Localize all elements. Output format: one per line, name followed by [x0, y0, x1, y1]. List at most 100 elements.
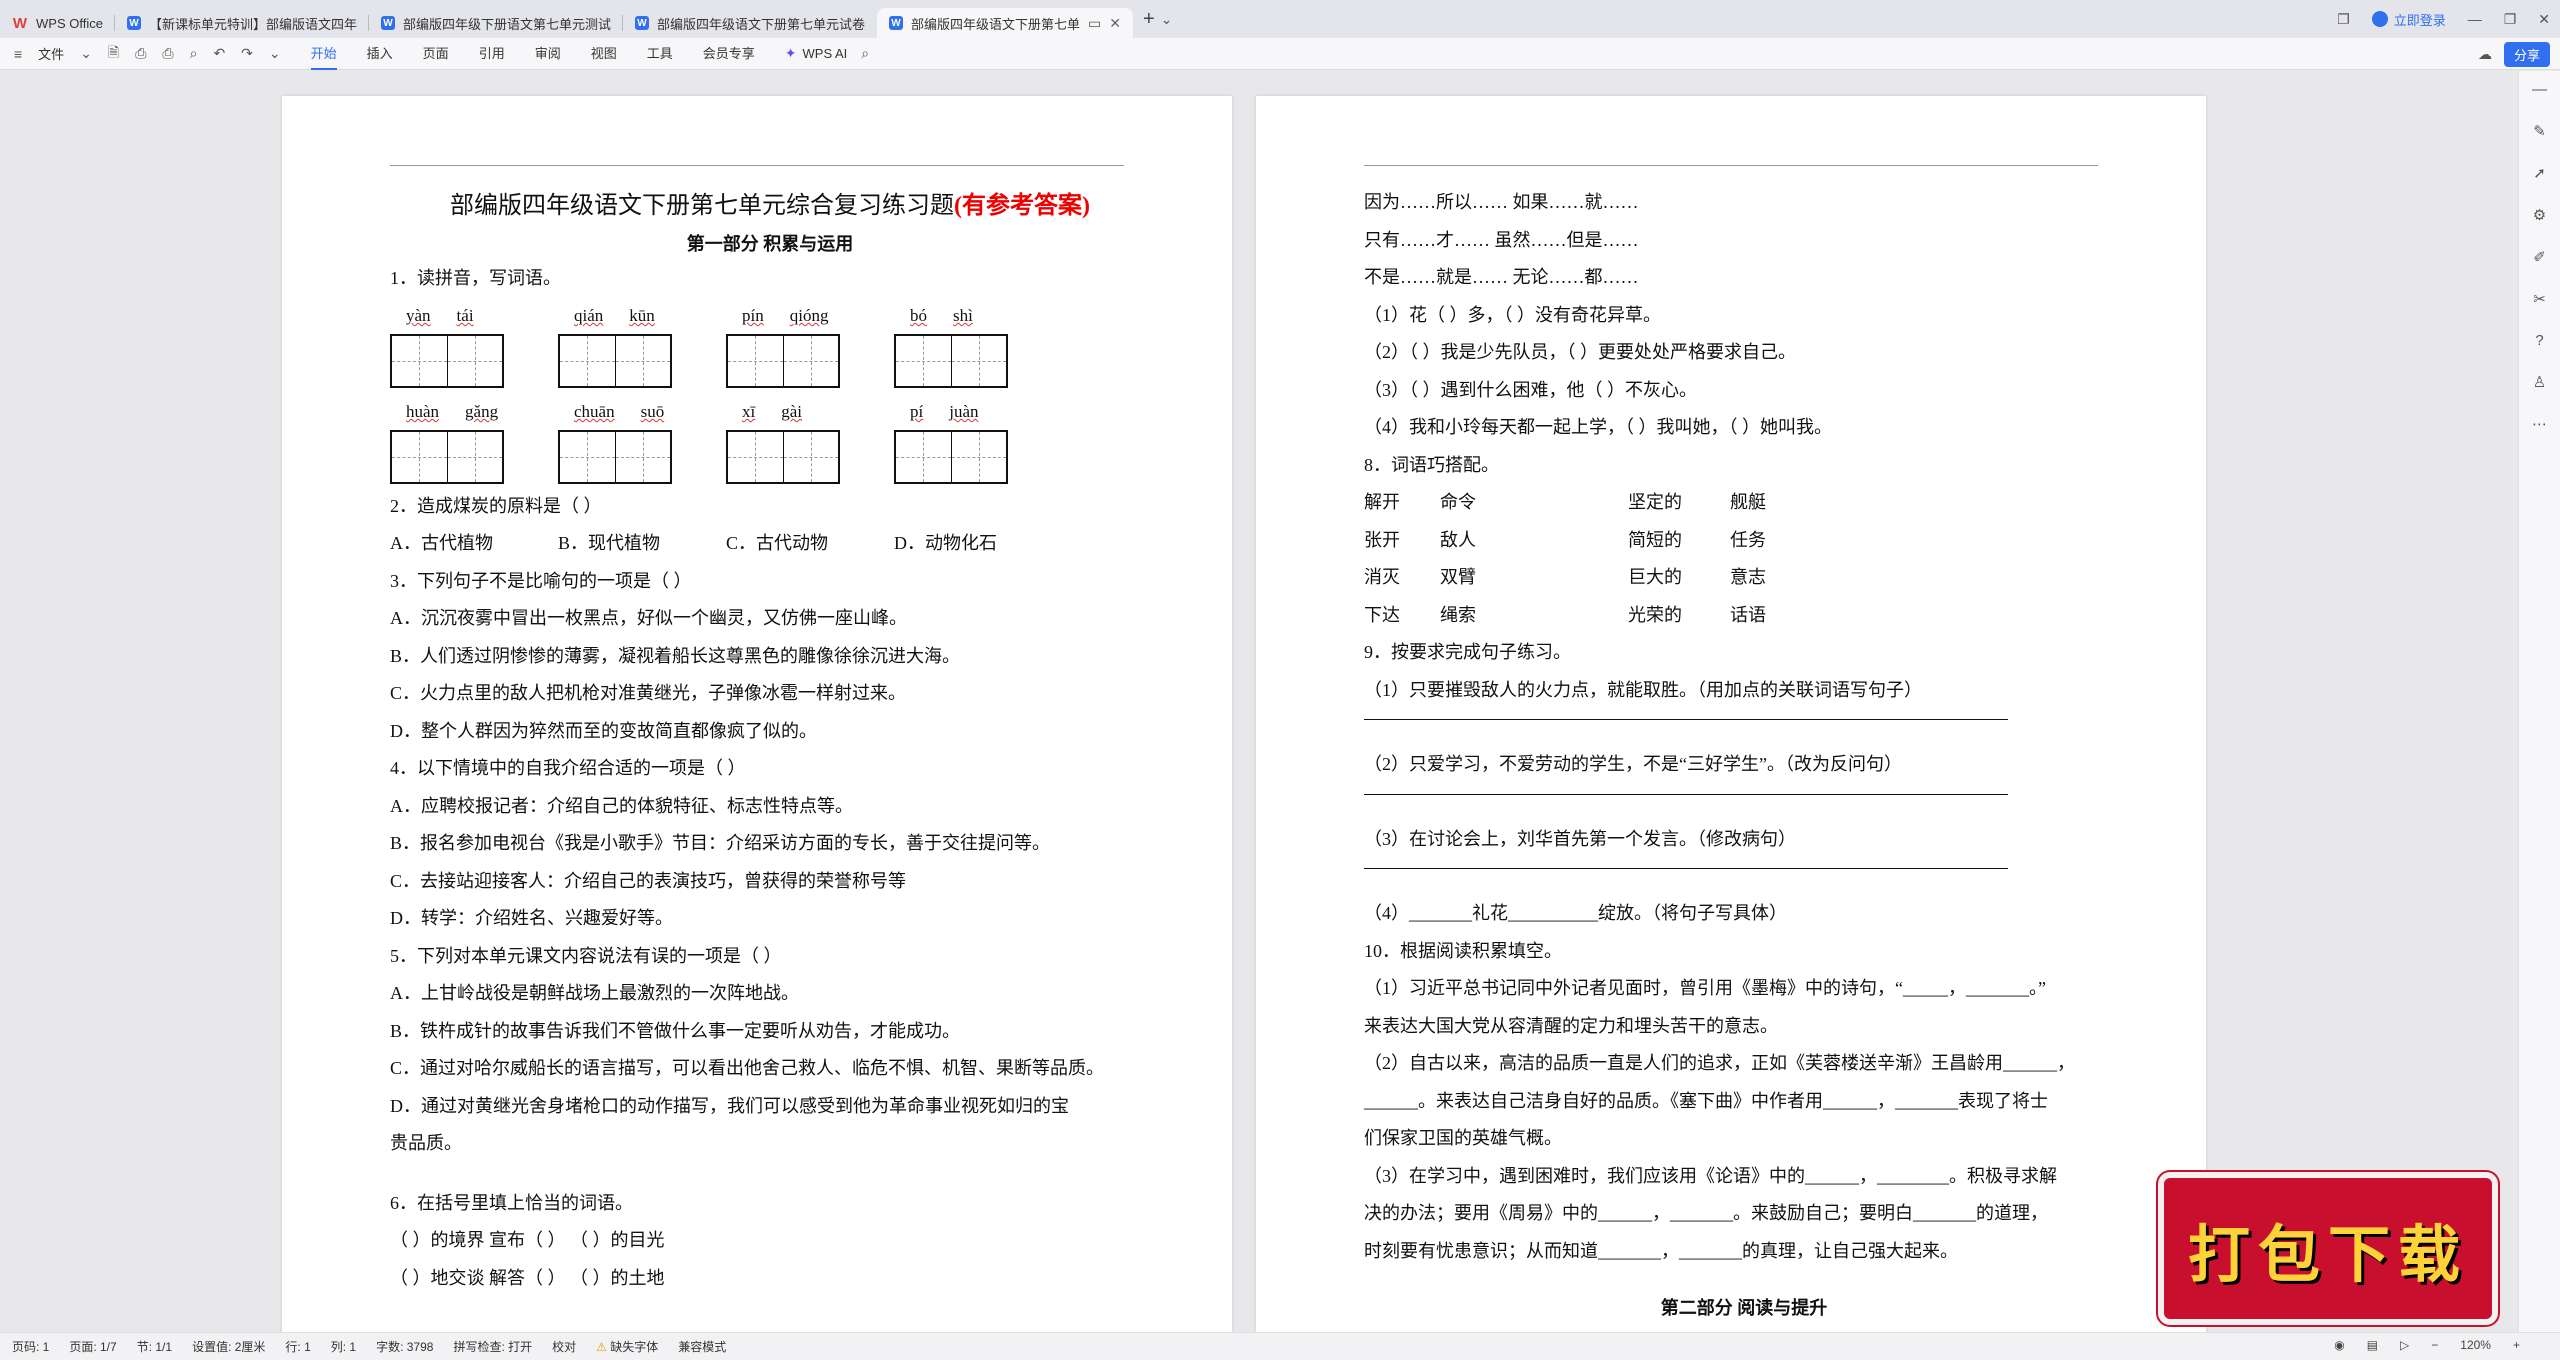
q10-line: 决的办法；要用《周易》中的______，_______。来鼓励自己；要明白___…: [1364, 1203, 2048, 1223]
play-icon[interactable]: ▷: [2400, 1338, 2409, 1352]
wps-ai-button[interactable]: ✦ WPS AI: [785, 45, 848, 62]
minimize-icon[interactable]: —: [2468, 11, 2482, 27]
writing-grid[interactable]: [558, 333, 672, 388]
status-proofread[interactable]: 校对: [552, 1338, 576, 1355]
tab-view[interactable]: 视图: [591, 37, 617, 70]
answer-line[interactable]: [1364, 793, 2008, 795]
tab-wps-home[interactable]: W WPS Office: [0, 8, 115, 38]
eye-icon[interactable]: ◉: [2334, 1338, 2344, 1352]
pinyin-row-2: huàn gǎng chuān suō xī gài pí juàn: [390, 394, 1150, 484]
minus-icon[interactable]: —: [2532, 81, 2547, 98]
ai-icon: ✦: [784, 45, 797, 61]
download-banner[interactable]: 打包下载: [2158, 1172, 2498, 1325]
menu-icon[interactable]: ≡: [14, 46, 22, 62]
window-icon[interactable]: ❐: [2337, 11, 2350, 28]
q10-line: 时刻要有忧患意识；从而知道_______，_______的真理，让自己强大起来。: [1364, 1240, 1958, 1261]
q10-line: 来表达大国大党从容清醒的定力和埋头苦干的意志。: [1364, 1015, 1778, 1036]
writing-grid[interactable]: [894, 333, 1008, 388]
status-missing-font[interactable]: ⚠ 缺失字体: [596, 1338, 658, 1355]
option: C．火力点里的敌人把机枪对准黄继光，子弹像冰雹一样射过来。: [390, 683, 907, 703]
tab-review[interactable]: 审阅: [535, 37, 561, 70]
match-row: 解开 命令 坚定的 舰艇: [1364, 492, 1766, 512]
q10-line: （3）在学习中，遇到困难时，我们应该用《论语》中的______，________…: [1364, 1165, 2057, 1186]
layout-icon[interactable]: ▤: [2367, 1338, 2378, 1352]
close-tab-icon[interactable]: ✕: [1109, 15, 1121, 32]
new-tab-button[interactable]: +: [1143, 8, 1155, 31]
pen-icon[interactable]: ✎: [2533, 122, 2546, 140]
question-2-options: A．古代植物 B．现代植物 C．古代动物 D．动物化石: [390, 533, 997, 553]
close-window-icon[interactable]: ✕: [2538, 11, 2550, 28]
match-row: 下达 绳索 光荣的 话语: [1364, 604, 1766, 625]
answer-line[interactable]: [1364, 719, 2008, 720]
tab-doc-3[interactable]: W 部编版四年级语文下册第七单元试卷: [623, 8, 877, 38]
help-icon[interactable]: ?: [2535, 332, 2543, 349]
writing-grid[interactable]: [558, 429, 672, 484]
tab-home[interactable]: 开始: [310, 37, 337, 70]
writing-grid[interactable]: [390, 333, 504, 388]
cloud-icon[interactable]: ☁: [2478, 46, 2492, 63]
q9-item: （1）只要摧毁敌人的火力点，就能取胜。（用加点的关联词语写句子）: [1364, 679, 1922, 700]
search-icon[interactable]: ⌕: [861, 45, 869, 62]
status-row: 行: 1: [285, 1340, 311, 1354]
option: C．通过对哈尔威船长的语言描写，可以看出他舍己救人、临危不惧、机智、果断等品质。: [390, 1058, 1105, 1078]
login-button[interactable]: 立即登录: [2371, 10, 2446, 29]
zoom-level[interactable]: 120%: [2460, 1338, 2491, 1352]
writing-grid[interactable]: [894, 429, 1008, 484]
writing-grid[interactable]: [726, 333, 840, 388]
tab-doc-2[interactable]: W 部编版四年级下册语文第七单元测试: [369, 8, 623, 38]
tab-member[interactable]: 会员专享: [703, 37, 755, 70]
status-col: 列: 1: [330, 1340, 357, 1354]
pointer-icon[interactable]: ➚: [2533, 164, 2546, 182]
shirt-icon[interactable]: ♙: [2533, 373, 2546, 391]
option: B．铁杵成针的故事告诉我们不管做什么事一定要听从劝告，才能成功。: [390, 1020, 961, 1041]
save-icon[interactable]: 🗎: [108, 42, 119, 66]
redo-icon[interactable]: ↷: [241, 45, 253, 62]
option: B．人们透过阴惨惨的薄雾，凝视着船长这尊黑色的雕像徐徐沉进大海。: [390, 645, 961, 666]
zoom-in-icon[interactable]: +: [2513, 1338, 2520, 1352]
print-icon[interactable]: ⎙: [162, 45, 173, 62]
export-icon[interactable]: ⎙: [135, 45, 146, 62]
file-menu[interactable]: 文件: [38, 44, 64, 63]
tab-references[interactable]: 引用: [479, 37, 505, 70]
tools-icon[interactable]: ✂: [2533, 290, 2546, 308]
more-icon[interactable]: ⋯: [2532, 415, 2547, 433]
q10-line: 们保家卫国的英雄气概。: [1364, 1128, 1562, 1148]
question-8: 8．词语巧搭配。: [1364, 454, 1499, 475]
text-line: 不是……就是…… 无论……都……: [1364, 267, 1639, 287]
question-2: 2．造成煤炭的原料是（ ）: [390, 495, 602, 516]
question-9: 9．按要求完成句子练习。: [1364, 642, 1571, 662]
text-line: （2）（ ）我是少先队员，（ ）更要处处严格要求自己。: [1364, 342, 1796, 362]
question-5: 5．下列对本单元课文内容说法有误的一项是（ ）: [390, 945, 782, 966]
option: B．报名参加电视台《我是小歌手》节目：介绍采访方面的专长，善于交往提问等。: [390, 833, 1051, 853]
status-wordcount[interactable]: 字数: 3798: [376, 1338, 433, 1355]
edit-icon[interactable]: ✐: [2533, 248, 2546, 266]
q9-item: （4）_______礼花__________绽放。（将句子写具体）: [1364, 903, 1787, 923]
zoom-out-icon[interactable]: −: [2431, 1338, 2438, 1352]
restore-icon[interactable]: ❐: [2504, 11, 2517, 28]
settings-icon[interactable]: ⚙: [2533, 206, 2546, 224]
answer-line[interactable]: [1364, 868, 2008, 869]
doc-title: 部编版四年级语文下册第七单元综合复习练习题(有参考答案): [450, 193, 1090, 219]
undo-icon[interactable]: ↶: [213, 45, 225, 62]
preview-icon[interactable]: ⌕: [190, 45, 198, 62]
tab-doc-1[interactable]: W 【新课标单元特训】部编版语文四年: [115, 8, 369, 38]
tab-bar: W WPS Office W 【新课标单元特训】部编版语文四年 W 部编版四年级下册语…: [0, 0, 2560, 38]
q9-item: （3）在讨论会上，刘华首先第一个发言。（修改病句）: [1364, 828, 1796, 849]
question-3: 3．下列句子不是比喻句的一项是（ ）: [390, 570, 692, 591]
option: D．转学：介绍姓名、兴趣爱好等。: [390, 908, 673, 928]
writing-grid[interactable]: [726, 429, 840, 484]
header-line: [1364, 165, 2098, 166]
chevron-down-icon[interactable]: ⌄: [80, 45, 92, 62]
tab-insert[interactable]: 插入: [367, 37, 393, 70]
text-line: 因为……所以…… 如果……就……: [1364, 192, 1639, 212]
screen-icon[interactable]: ▭: [1088, 15, 1101, 32]
share-button[interactable]: 分享: [2503, 42, 2550, 67]
chevron-down-icon[interactable]: ⌄: [269, 45, 281, 62]
tab-doc-active[interactable]: W 部编版四年级语文下册第七单 ▭ ✕: [877, 8, 1133, 38]
status-section: 节: 1/1: [136, 1340, 173, 1354]
tab-tools[interactable]: 工具: [647, 37, 673, 70]
tab-page[interactable]: 页面: [423, 37, 449, 70]
writing-grid[interactable]: [390, 429, 504, 484]
status-spellcheck[interactable]: 拼写检查: 打开: [453, 1338, 532, 1355]
chevron-down-icon[interactable]: ⌄: [1161, 11, 1173, 28]
